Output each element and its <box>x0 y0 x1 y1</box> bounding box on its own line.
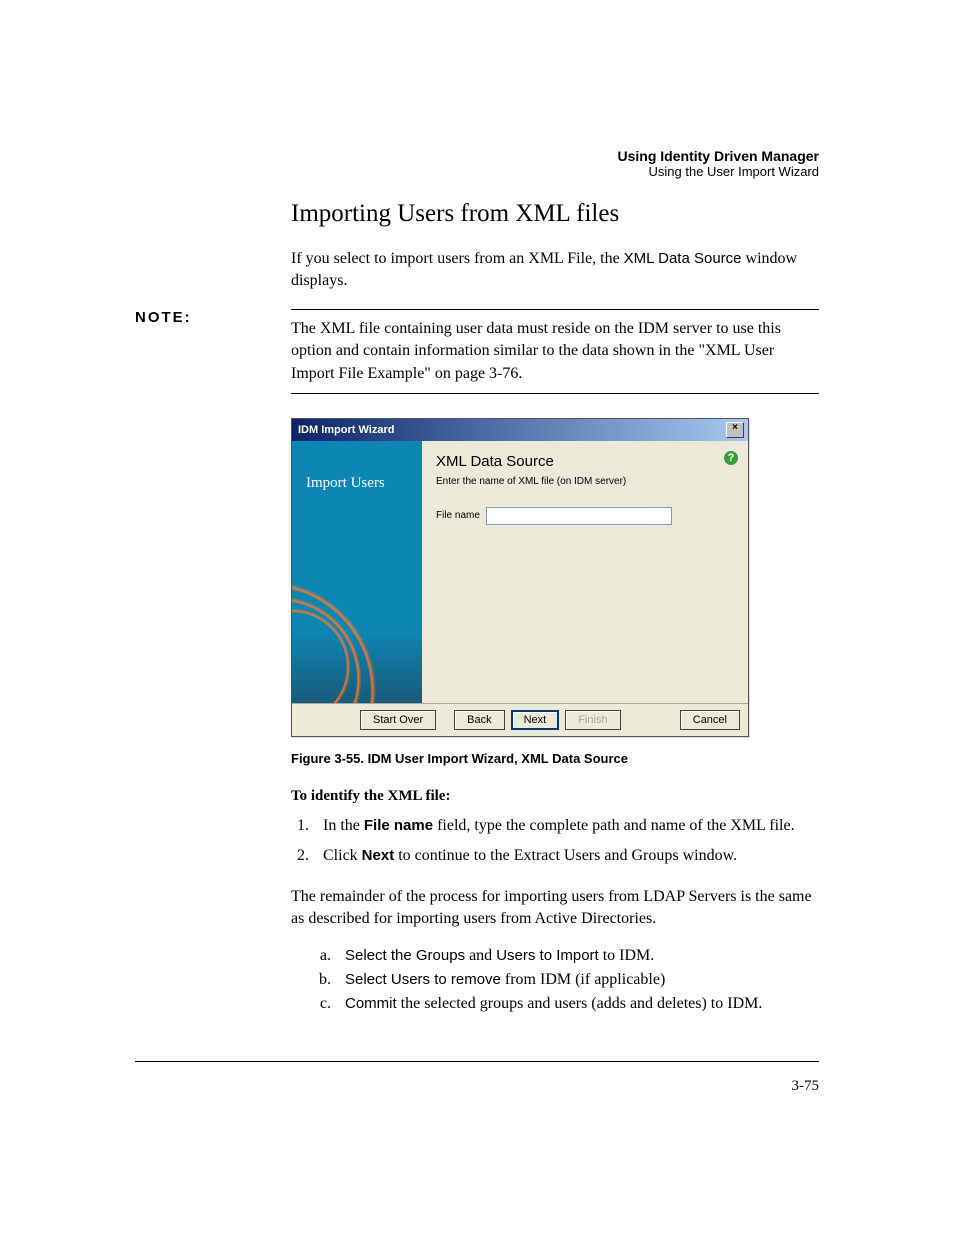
help-icon[interactable]: ? <box>724 451 738 465</box>
page-header: Using Identity Driven Manager Using the … <box>618 148 819 179</box>
section-heading: Importing Users from XML files <box>291 200 819 228</box>
note-label: NOTE: <box>135 309 192 326</box>
figure-caption: Figure 3-55. IDM User Import Wizard, XML… <box>291 751 819 766</box>
note-text: The XML file containing user data must r… <box>291 318 819 385</box>
cancel-button[interactable]: Cancel <box>680 710 740 730</box>
step-1: In the File name field, type the complet… <box>313 815 819 837</box>
next-button[interactable]: Next <box>511 710 560 730</box>
footer-rule <box>135 1061 819 1062</box>
wizard-titlebar: IDM Import Wizard × <box>292 419 748 441</box>
figure-wizard: IDM Import Wizard × Import Users ? XML D… <box>291 418 819 737</box>
wizard-side-title: Import Users <box>292 441 422 492</box>
start-over-button[interactable]: Start Over <box>360 710 436 730</box>
back-button[interactable]: Back <box>454 710 504 730</box>
substep-c: Commit the selected groups and users (ad… <box>335 995 819 1013</box>
intro-paragraph: If you select to import users from an XM… <box>291 248 819 293</box>
file-name-label: File name <box>436 510 480 521</box>
file-name-input[interactable] <box>486 507 672 525</box>
identify-heading: To identify the XML file: <box>291 788 819 805</box>
substeps-list: Select the Groups and Users to Import to… <box>291 947 819 1013</box>
finish-button: Finish <box>565 710 620 730</box>
wizard-button-bar: Start Over Back Next Finish Cancel <box>292 703 748 736</box>
note-block: The XML file containing user data must r… <box>291 309 819 394</box>
steps-list: In the File name field, type the complet… <box>291 815 819 868</box>
substep-b: Select Users to remove from IDM (if appl… <box>335 971 819 989</box>
substep-a: Select the Groups and Users to Import to… <box>335 947 819 965</box>
remainder-text: The remainder of the process for importi… <box>291 886 819 931</box>
wizard-main-title: XML Data Source <box>436 453 734 470</box>
header-title: Using Identity Driven Manager <box>618 148 819 164</box>
wizard-side-panel: Import Users <box>292 441 422 703</box>
step-2: Click Next to continue to the Extract Us… <box>313 845 819 867</box>
wizard-window: IDM Import Wizard × Import Users ? XML D… <box>291 418 749 737</box>
close-icon[interactable]: × <box>726 422 744 438</box>
wizard-title: IDM Import Wizard <box>298 424 394 436</box>
decorative-art <box>292 583 422 703</box>
header-subtitle: Using the User Import Wizard <box>618 164 819 179</box>
page-number: 3-75 <box>135 1078 819 1095</box>
wizard-main-desc: Enter the name of XML file (on IDM serve… <box>436 476 734 487</box>
wizard-main-panel: ? XML Data Source Enter the name of XML … <box>422 441 748 703</box>
